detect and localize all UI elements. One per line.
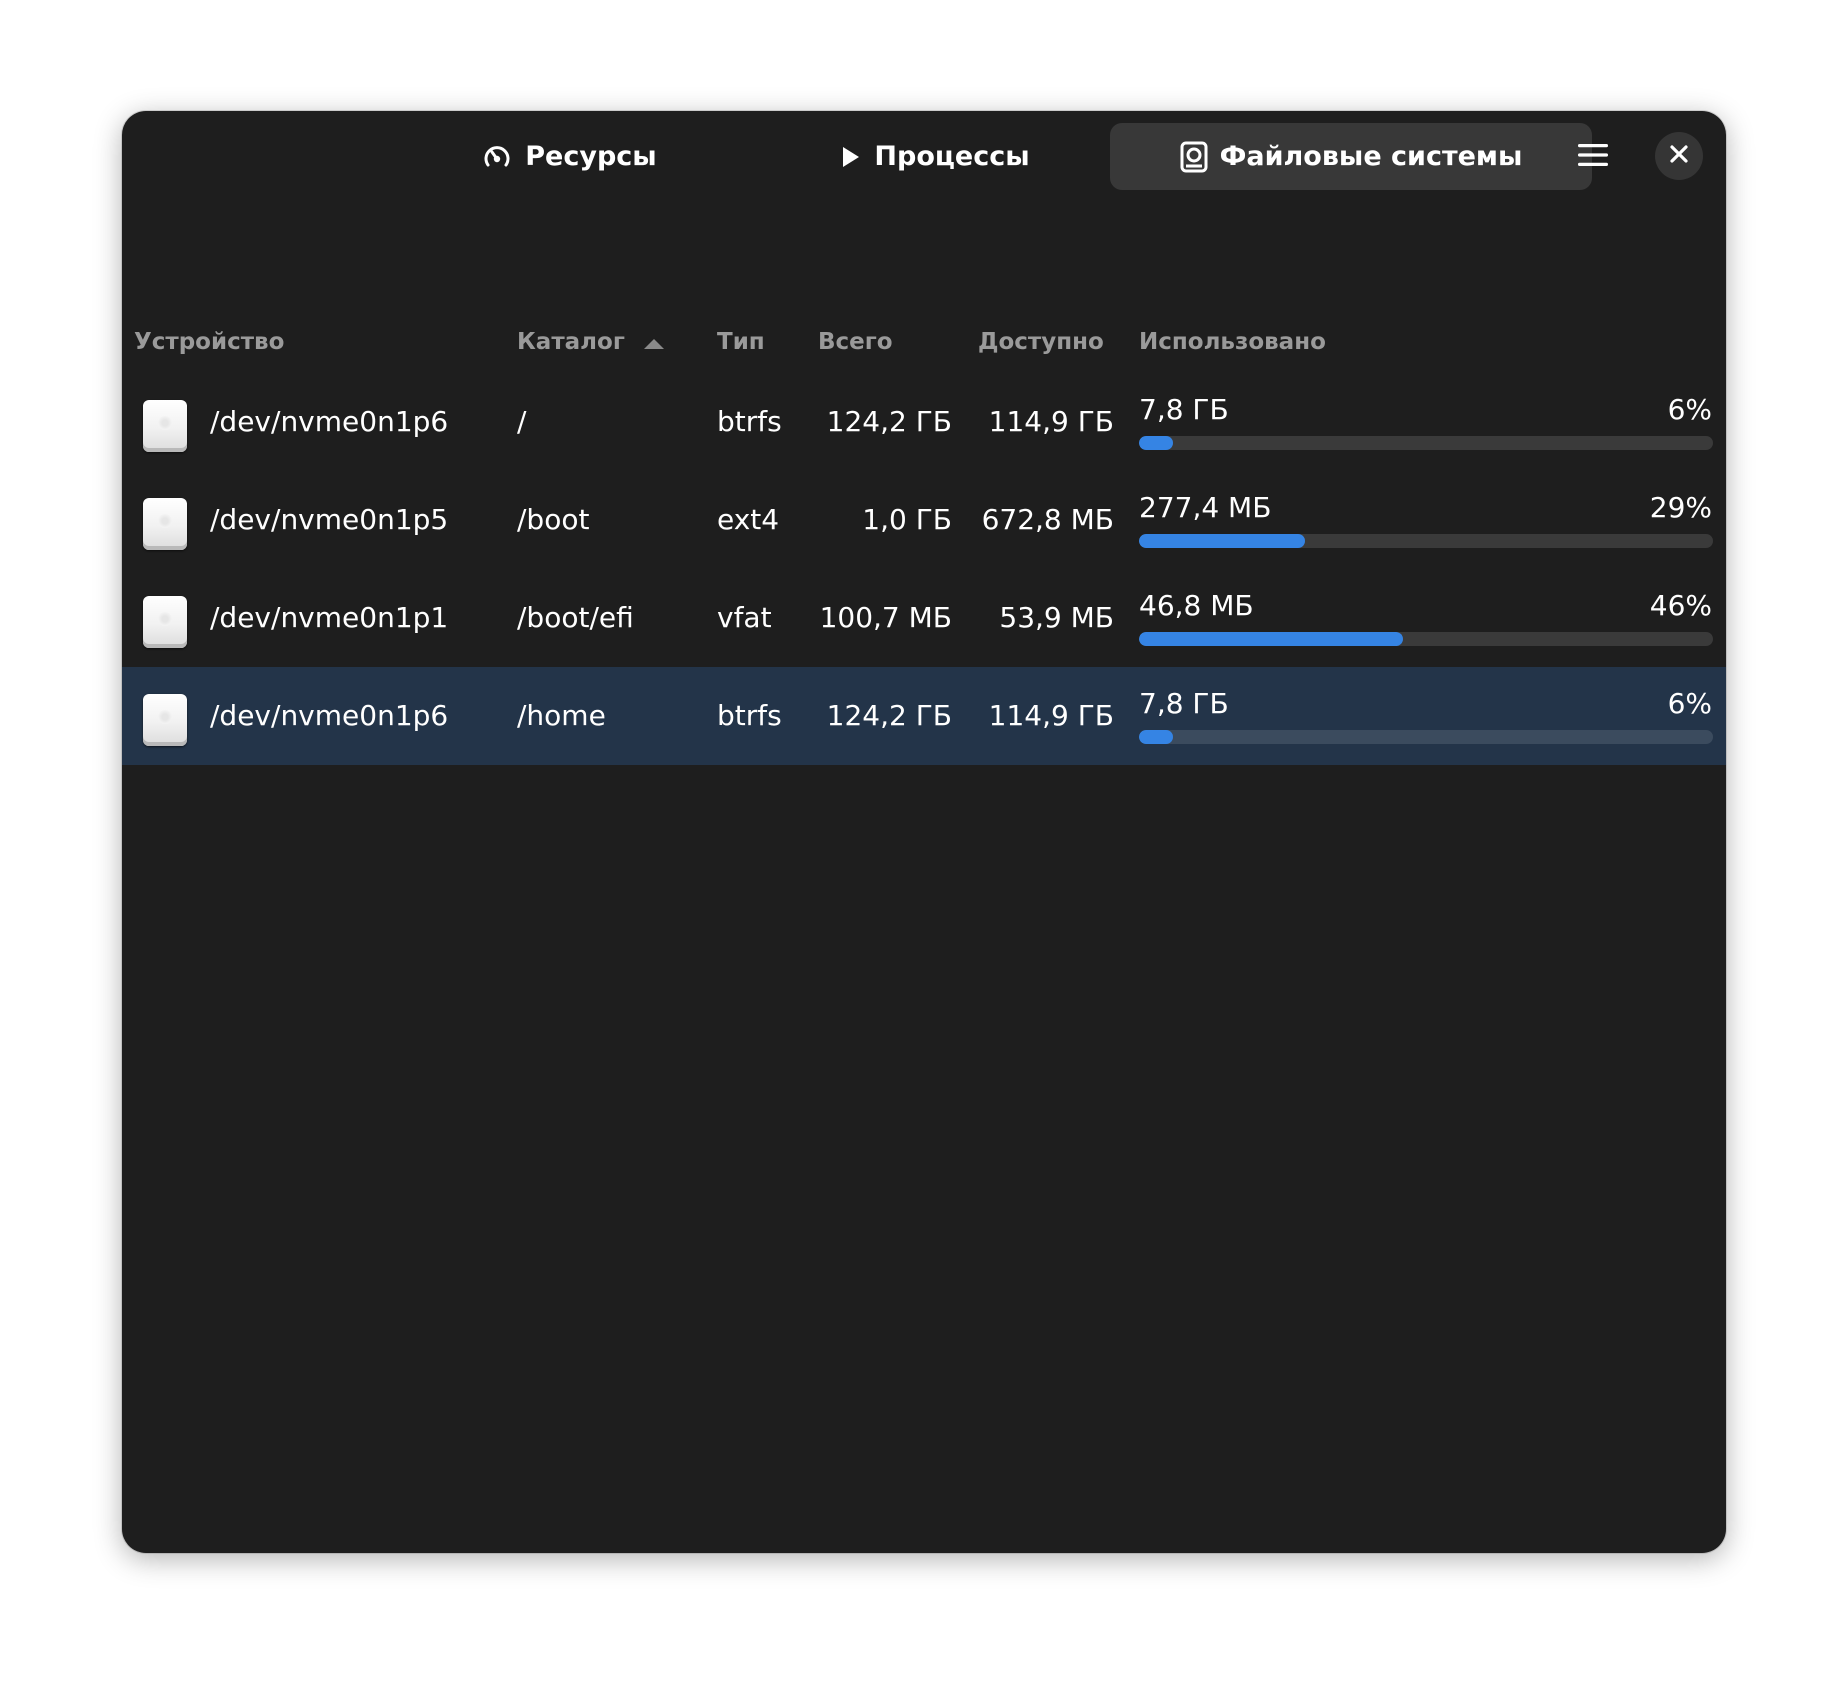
cell-percent: 6%: [1667, 687, 1712, 720]
usage-bar: [1139, 632, 1713, 646]
cell-directory: /boot: [517, 503, 590, 536]
cell-type: btrfs: [717, 699, 782, 732]
cell-type: btrfs: [717, 405, 782, 438]
cell-used: 277,4 МБ: [1139, 491, 1272, 524]
usage-bar-fill: [1139, 632, 1404, 646]
tab-filesystems-label: Файловые системы: [1219, 141, 1523, 172]
play-icon: [840, 145, 862, 169]
tab-filesystems[interactable]: Файловые системы: [1110, 123, 1592, 190]
usage-bar-fill: [1139, 534, 1306, 548]
drive-harddisk-icon: [143, 498, 187, 550]
cell-used: 7,8 ГБ: [1139, 687, 1229, 720]
table-row[interactable]: /dev/nvme0n1p6 / btrfs 124,2 ГБ 114,9 ГБ…: [122, 373, 1726, 471]
tab-resources-label: Ресурсы: [525, 141, 657, 172]
cell-directory: /: [517, 405, 527, 438]
cell-percent: 29%: [1649, 491, 1712, 524]
column-header-available[interactable]: Доступно: [978, 329, 1104, 355]
cell-device: /dev/nvme0n1p6: [210, 699, 449, 732]
cell-available: 672,8 МБ: [981, 503, 1114, 536]
cell-total: 1,0 ГБ: [862, 503, 952, 536]
column-header-directory-label: Каталог: [517, 329, 625, 355]
tab-processes-label: Процессы: [874, 141, 1030, 172]
drive-harddisk-icon: [143, 694, 187, 746]
usage-bar: [1139, 534, 1713, 548]
drive-harddisk-icon: [143, 400, 187, 452]
close-button[interactable]: [1655, 132, 1703, 180]
system-monitor-window: Ресурсы Процессы Файловые системы Устрой…: [122, 111, 1726, 1553]
cell-directory: /boot/efi: [517, 601, 634, 634]
cell-total: 124,2 ГБ: [826, 699, 952, 732]
cell-total: 124,2 ГБ: [826, 405, 952, 438]
column-headers: Устройство Каталог Тип Всего Доступно Ис…: [122, 319, 1726, 367]
drive-icon: [1180, 141, 1208, 173]
cell-used: 46,8 МБ: [1139, 589, 1254, 622]
column-header-directory[interactable]: Каталог: [517, 329, 665, 356]
cell-device: /dev/nvme0n1p6: [210, 405, 449, 438]
cell-type: vfat: [717, 601, 772, 634]
cell-percent: 46%: [1649, 589, 1712, 622]
cell-percent: 6%: [1667, 393, 1712, 426]
table-row[interactable]: /dev/nvme0n1p5 /boot ext4 1,0 ГБ 672,8 М…: [122, 471, 1726, 569]
cell-available: 114,9 ГБ: [988, 405, 1114, 438]
tab-processes[interactable]: Процессы: [822, 123, 1048, 190]
cell-used: 7,8 ГБ: [1139, 393, 1229, 426]
header-bar: Ресурсы Процессы Файловые системы: [122, 111, 1726, 203]
table-row[interactable]: /dev/nvme0n1p6 /home btrfs 124,2 ГБ 114,…: [122, 667, 1726, 765]
main-menu-button[interactable]: [1566, 130, 1620, 184]
gauge-icon: [481, 141, 513, 173]
drive-harddisk-icon: [143, 596, 187, 648]
cell-directory: /home: [517, 699, 606, 732]
tab-resources[interactable]: Ресурсы: [458, 123, 680, 190]
usage-bar: [1139, 730, 1713, 744]
cell-available: 114,9 ГБ: [988, 699, 1114, 732]
table-row[interactable]: /dev/nvme0n1p1 /boot/efi vfat 100,7 МБ 5…: [122, 569, 1726, 667]
cell-total: 100,7 МБ: [819, 601, 952, 634]
column-header-total[interactable]: Всего: [818, 329, 893, 355]
cell-available: 53,9 МБ: [999, 601, 1114, 634]
column-header-device[interactable]: Устройство: [134, 329, 284, 355]
cell-device: /dev/nvme0n1p1: [210, 601, 449, 634]
column-header-used[interactable]: Использовано: [1139, 329, 1326, 355]
usage-bar-fill: [1139, 436, 1174, 450]
cell-type: ext4: [717, 503, 780, 536]
hamburger-menu-icon: [1578, 142, 1608, 172]
usage-bar-fill: [1139, 730, 1174, 744]
cell-device: /dev/nvme0n1p5: [210, 503, 449, 536]
sort-ascending-icon: [643, 330, 665, 356]
column-header-type[interactable]: Тип: [717, 329, 765, 355]
usage-bar: [1139, 436, 1713, 450]
close-icon: [1670, 145, 1688, 167]
